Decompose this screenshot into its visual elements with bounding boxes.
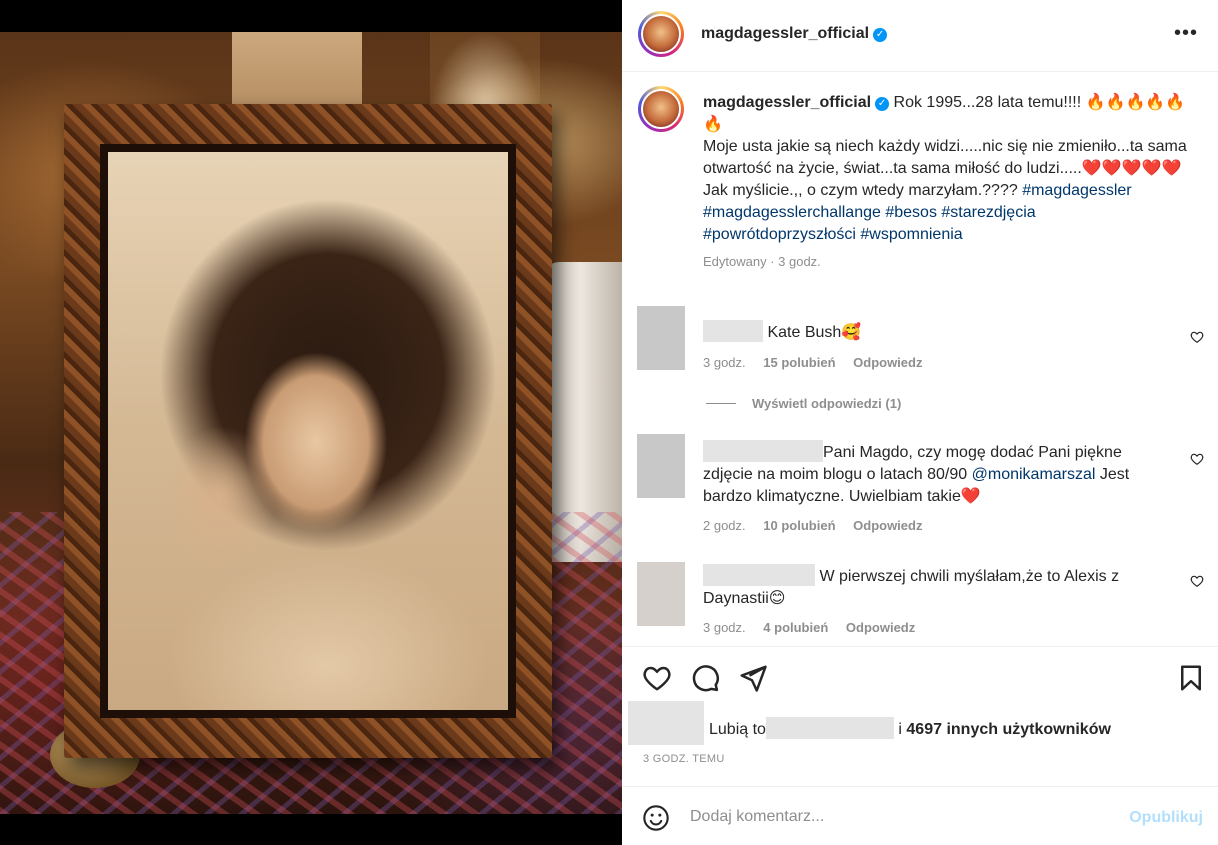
author-avatar[interactable] [638, 11, 684, 57]
like-heart-icon[interactable] [642, 663, 672, 693]
caption-text-line3: Jak myślicie.,, o czym wtedy marzyłam.??… [703, 182, 1018, 199]
comment-likes[interactable]: 15 polubień [763, 355, 835, 370]
post-side-panel: magdagessler_official ✓ ••• magdagessler_… [622, 0, 1218, 845]
likes-summary: Lubią to i 4697 innych użytkowników [628, 701, 1208, 745]
frame-inner [100, 144, 516, 718]
caption-meta: Edytowany · 3 godz. [703, 254, 821, 269]
share-send-icon[interactable] [738, 663, 768, 693]
comment-time: 3 godz. [703, 355, 746, 370]
comment-body: Kate Bush🥰 [703, 320, 1173, 344]
picture-frame [64, 104, 552, 758]
reply-button[interactable]: Odpowiedz [846, 620, 915, 635]
post-media [0, 0, 622, 845]
add-comment-bar: Opublikuj [622, 786, 1218, 845]
comment-time: 3 godz. [703, 620, 746, 635]
caption-body: magdagessler_official ✓ Rok 1995...28 lat… [703, 92, 1193, 273]
verified-badge-icon: ✓ [873, 28, 888, 42]
likes-count[interactable]: 4697 innych użytkowników [906, 721, 1111, 738]
reply-button[interactable]: Odpowiedz [853, 355, 922, 370]
redacted-username[interactable] [703, 320, 763, 342]
liker-avatar[interactable] [628, 701, 704, 745]
caption-text-line2: Moje usta jakie są niech każdy widzi....… [703, 138, 1187, 177]
comment-body: W pierwszej chwili myślałam,że to Alexis… [703, 564, 1173, 610]
caption-avatar[interactable] [638, 86, 684, 132]
replies-divider [706, 403, 736, 404]
comment-avatar[interactable] [637, 306, 685, 370]
comment-body: Pani Magdo, czy mogę dodać Pani piękne z… [703, 440, 1173, 508]
heart-icon[interactable] [1190, 574, 1204, 588]
post-photo[interactable] [0, 32, 622, 814]
comment-time: 2 godz. [703, 518, 746, 533]
heart-icon[interactable] [1190, 452, 1204, 466]
author-username[interactable]: magdagessler_official ✓ [701, 25, 888, 43]
view-replies-button[interactable]: Wyświetl odpowiedzi (1) [706, 396, 901, 411]
comment-meta: 3 godz. 15 polubień Odpowiedz [703, 355, 936, 370]
redacted-username[interactable] [703, 440, 823, 462]
reply-button[interactable]: Odpowiedz [853, 518, 922, 533]
publish-button[interactable]: Opublikuj [1129, 809, 1203, 827]
redacted-liker-name[interactable] [765, 717, 894, 739]
more-options-icon[interactable]: ••• [1174, 22, 1198, 45]
comment-bubble-icon[interactable] [690, 663, 720, 693]
comment-input[interactable] [690, 805, 1110, 829]
redacted-username[interactable] [703, 564, 815, 586]
comment-avatar[interactable] [637, 562, 685, 626]
comment-likes[interactable]: 4 polubień [763, 620, 828, 635]
heart-icon[interactable] [1190, 330, 1204, 344]
vintage-portrait [108, 152, 508, 710]
post-header: magdagessler_official ✓ ••• [622, 0, 1218, 72]
likes-text: Lubią to i 4697 innych użytkowników [709, 717, 1111, 739]
caption-username[interactable]: magdagessler_official ✓ [703, 94, 890, 111]
verified-badge-icon: ✓ [875, 97, 890, 111]
post-timestamp[interactable]: 3 GODZ. TEMU [643, 753, 725, 765]
save-bookmark-icon[interactable] [1176, 663, 1206, 693]
comment-likes[interactable]: 10 polubień [763, 518, 835, 533]
emoji-smiley-icon[interactable] [642, 804, 670, 832]
comment-mention[interactable]: @monikamarszal [972, 466, 1096, 483]
comment-text: Kate Bush🥰 [767, 324, 862, 341]
comment-avatar[interactable] [637, 434, 685, 498]
post-actions: Lubią to i 4697 innych użytkowników 3 GO… [622, 646, 1218, 786]
comment-meta: 3 godz. 4 polubień Odpowiedz [703, 620, 929, 635]
comment-meta: 2 godz. 10 polubień Odpowiedz [703, 518, 936, 533]
